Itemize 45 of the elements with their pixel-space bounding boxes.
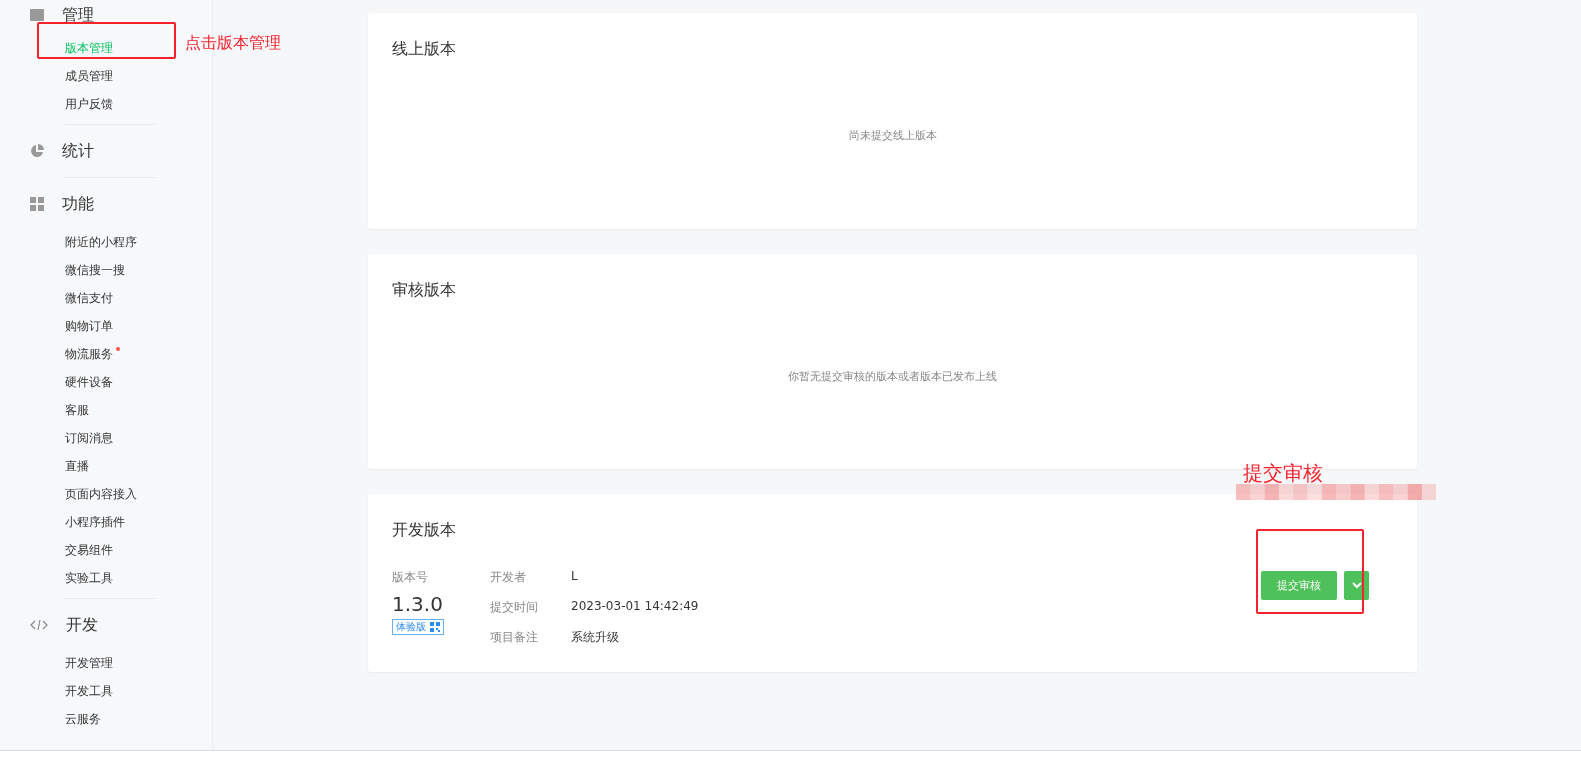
grid-icon xyxy=(30,197,44,211)
field-value: 系统升级 xyxy=(571,629,620,646)
sidebar-item[interactable]: 实验工具 xyxy=(65,569,113,587)
pie-chart-icon xyxy=(30,144,44,158)
sidebar-item[interactable]: 微信支付 xyxy=(65,289,113,307)
field-label: 提交时间 xyxy=(490,599,539,616)
field-label: 项目备注 xyxy=(490,629,539,646)
sidebar-item[interactable]: 客服 xyxy=(65,401,89,419)
card-title: 开发版本 xyxy=(392,520,457,541)
version-tag: 体验版 xyxy=(392,619,444,635)
sidebar-section-title[interactable]: 管理 xyxy=(62,4,94,26)
sidebar-item[interactable]: 硬件设备 xyxy=(65,373,113,391)
sidebar-section-title[interactable]: 功能 xyxy=(62,193,94,215)
field-value: 2023-03-01 14:42:49 xyxy=(571,599,699,615)
sidebar-item[interactable]: 成员管理 xyxy=(65,67,113,85)
sidebar-item[interactable]: 小程序插件 xyxy=(65,513,125,531)
sidebar-section-title[interactable]: 开发 xyxy=(66,614,98,636)
sidebar-item[interactable]: 直播 xyxy=(65,457,89,475)
sidebar-item[interactable]: 页面内容接入 xyxy=(65,485,137,503)
sidebar-item[interactable]: 购物订单 xyxy=(65,317,113,335)
chevron-down-icon xyxy=(1350,581,1363,590)
sidebar-item[interactable]: 物流服务 xyxy=(65,345,113,363)
sidebar-item[interactable]: 微信搜一搜 xyxy=(65,261,125,279)
dropdown-button[interactable] xyxy=(1344,571,1369,600)
code-icon xyxy=(30,619,48,631)
card-title: 审核版本 xyxy=(392,280,457,301)
empty-message: 尚未提交线上版本 xyxy=(848,128,937,143)
sidebar-item[interactable]: 订阅消息 xyxy=(65,429,113,447)
sidebar-section-title[interactable]: 统计 xyxy=(62,140,94,162)
empty-message: 你暂无提交审核的版本或者版本已发布上线 xyxy=(788,368,997,384)
sidebar-item[interactable]: 开发管理 xyxy=(65,654,113,672)
folder-icon xyxy=(30,9,44,21)
field-value: L xyxy=(571,569,579,585)
sidebar-item[interactable]: 云服务 xyxy=(65,710,101,728)
sidebar-item[interactable]: 用户反馈 xyxy=(65,95,113,113)
annotation-text: 点击版本管理 xyxy=(185,33,281,54)
sidebar-item[interactable]: 开发工具 xyxy=(65,682,113,700)
annotation-text: 提交审核 xyxy=(1243,460,1323,487)
sidebar-item[interactable]: 交易组件 xyxy=(65,541,113,559)
card-title: 线上版本 xyxy=(392,39,457,60)
field-label: 版本号 xyxy=(392,569,429,586)
version-number: 1.3.0 xyxy=(392,592,444,616)
sidebar-item[interactable]: 附近的小程序 xyxy=(65,233,137,251)
field-label: 开发者 xyxy=(490,569,527,586)
qr-code-icon xyxy=(430,622,440,632)
